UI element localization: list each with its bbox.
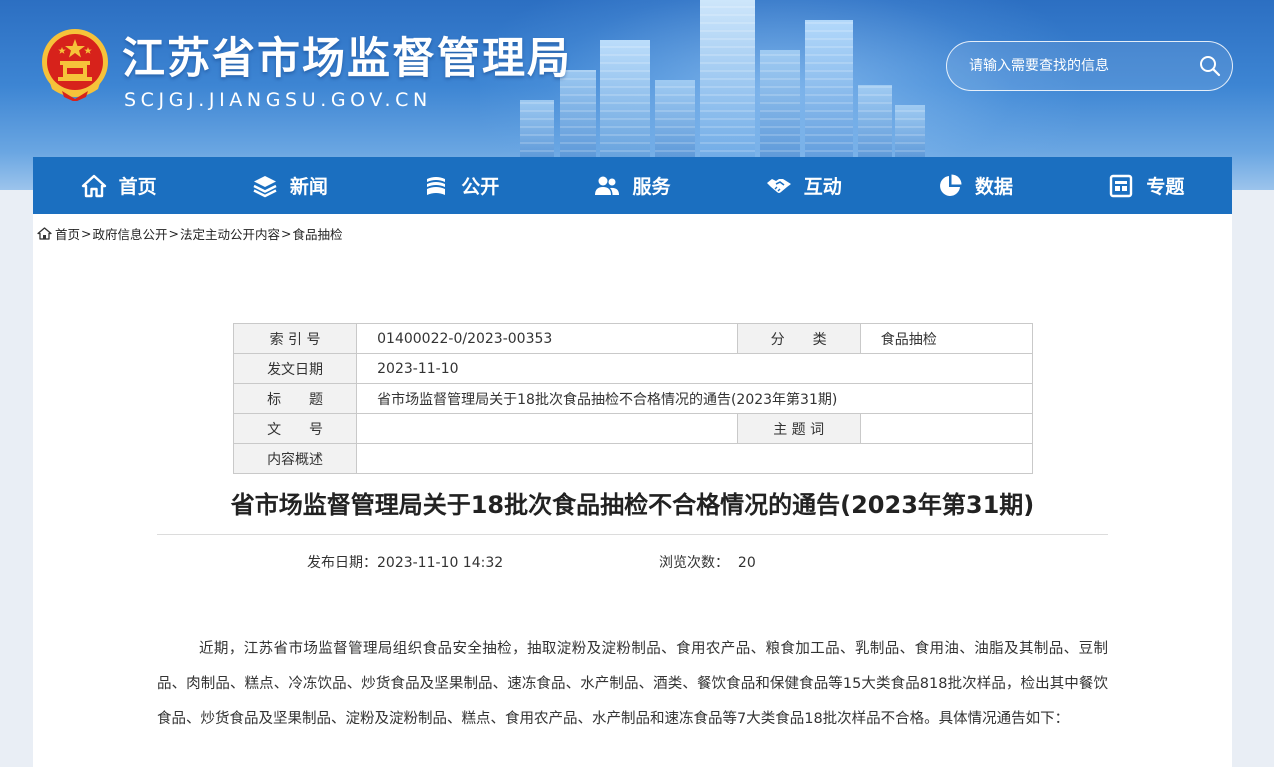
layers-icon <box>253 175 277 197</box>
breadcrumb-link-home[interactable]: 首页 <box>55 224 80 243</box>
nav-item-topics[interactable]: 专题 <box>1061 157 1232 214</box>
table-row: 索 引 号 01400022-0/2023-00353 分 类 食品抽检 <box>232 323 1034 354</box>
home-icon <box>81 174 106 197</box>
site-domain: SCJGJ.JIANGSU.GOV.CN <box>124 89 432 111</box>
table-row: 文 号 主 题 词 <box>232 413 1034 444</box>
breadcrumb-separator: > <box>81 226 92 241</box>
breadcrumb-link-gov-info[interactable]: 政府信息公开 <box>93 224 168 243</box>
date-label: 发文日期 <box>232 353 358 384</box>
banner-building <box>520 100 554 160</box>
nav-item-label: 服务 <box>632 176 671 198</box>
breadcrumb: 首页 > 政府信息公开 > 法定主动公开内容 > 食品抽检 <box>37 224 343 243</box>
search-box[interactable] <box>946 41 1233 91</box>
nav-item-label: 专题 <box>1146 176 1185 198</box>
stack-icon <box>427 176 446 195</box>
title-label: 标 题 <box>232 383 358 414</box>
title-value: 省市场监督管理局关于18批次食品抽检不合格情况的通告(2023年第31期) <box>356 383 1033 414</box>
keywords-label: 主 题 词 <box>736 413 861 444</box>
summary-value <box>356 443 1033 474</box>
content-panel: 首页 > 政府信息公开 > 法定主动公开内容 > 食品抽检 索 引 号 0140… <box>33 214 1232 767</box>
docno-label: 文 号 <box>232 413 358 444</box>
document-meta-table: 索 引 号 01400022-0/2023-00353 分 类 食品抽检 发文日… <box>232 323 1034 474</box>
table-row: 内容概述 <box>232 443 1033 474</box>
national-emblem-logo <box>42 29 108 101</box>
nav-item-label: 互动 <box>803 176 842 198</box>
nav-item-news[interactable]: 新闻 <box>204 157 375 214</box>
nav-item-service[interactable]: 服务 <box>547 157 718 214</box>
view-count: 浏览次数： 20 <box>659 552 756 572</box>
nav-item-label: 数据 <box>975 176 1014 198</box>
site-title[interactable]: 江苏省市场监督管理局 <box>122 24 572 86</box>
board-icon <box>1110 174 1133 197</box>
summary-label: 内容概述 <box>232 443 358 474</box>
breadcrumb-link-legal-content[interactable]: 法定主动公开内容 <box>180 224 280 243</box>
publish-date: 发布日期：2023-11-10 14:32 <box>307 552 503 572</box>
banner-building <box>655 80 695 160</box>
index-label: 索 引 号 <box>232 323 358 354</box>
category-value: 食品抽检 <box>859 323 1034 354</box>
article-title: 省市场监督管理局关于18批次食品抽检不合格情况的通告(2023年第31期) <box>230 491 1035 519</box>
table-row: 发文日期 2023-11-10 <box>232 353 1033 384</box>
keywords-value <box>859 413 1034 444</box>
nav-item-data[interactable]: 数据 <box>889 157 1060 214</box>
banner-building <box>700 0 755 160</box>
people-icon <box>595 176 620 195</box>
banner-building <box>600 40 650 160</box>
banner-building <box>760 50 800 160</box>
home-icon <box>37 227 52 240</box>
banner-building <box>895 105 925 160</box>
view-count-label: 浏览次数： <box>659 555 729 571</box>
breadcrumb-link-food-inspection[interactable]: 食品抽检 <box>293 224 343 243</box>
view-count-value: 20 <box>737 555 756 571</box>
docno-value <box>356 413 738 444</box>
nav-item-public[interactable]: 公开 <box>376 157 547 214</box>
nav-item-label: 新闻 <box>289 176 328 198</box>
pie-chart-icon <box>940 174 962 196</box>
index-value: 01400022-0/2023-00353 <box>356 323 738 354</box>
nav-item-home[interactable]: 首页 <box>33 157 204 214</box>
handshake-icon <box>766 178 791 193</box>
category-label: 分 类 <box>736 323 861 354</box>
article-body-paragraph: 近期，江苏省市场监督管理局组织食品安全抽检，抽取淀粉及淀粉制品、食用农产品、粮食… <box>157 641 1108 727</box>
date-value: 2023-11-10 <box>356 353 1033 384</box>
search-input[interactable] <box>969 58 1188 74</box>
banner-building <box>858 85 892 160</box>
breadcrumb-separator: > <box>281 226 292 241</box>
search-icon[interactable] <box>1188 44 1232 88</box>
title-divider <box>157 534 1108 535</box>
main-nav: 首页 新闻 公开 服务 互动 数据 专题 <box>33 157 1232 214</box>
breadcrumb-separator: > <box>168 226 179 241</box>
banner-building <box>805 20 853 160</box>
publish-date-label: 发布日期： <box>307 555 377 571</box>
nav-item-label: 公开 <box>461 176 500 198</box>
table-row: 标 题 省市场监督管理局关于18批次食品抽检不合格情况的通告(2023年第31期… <box>232 383 1033 414</box>
nav-item-interact[interactable]: 互动 <box>718 157 889 214</box>
publish-date-value: 2023-11-10 14:32 <box>377 555 504 571</box>
nav-item-label: 首页 <box>118 176 157 198</box>
